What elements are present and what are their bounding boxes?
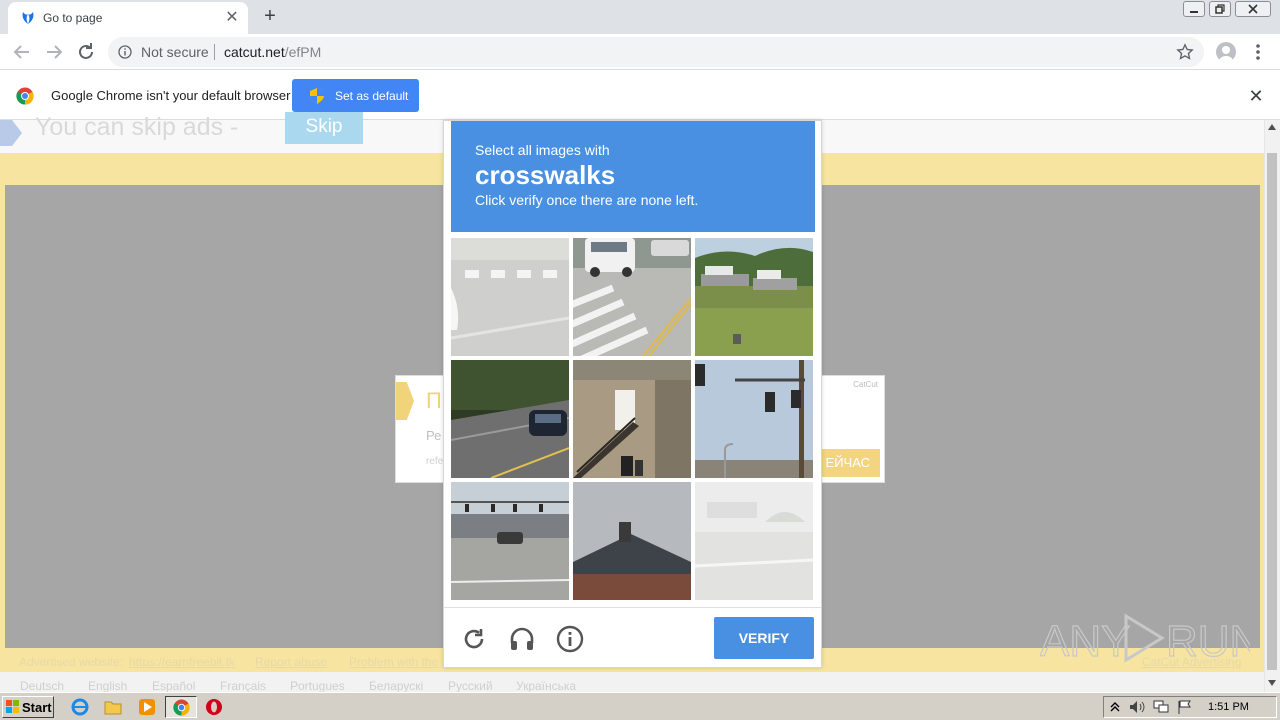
watermark-run: RUN [1166,617,1250,664]
lang-link[interactable]: Français [220,679,266,693]
anyrun-watermark: ANY RUN [1040,613,1250,664]
ad-referral: refe [426,456,444,467]
windows-taskbar: Start 1:51 PM [0,692,1280,720]
scroll-down-icon[interactable] [1268,680,1276,686]
chrome-logo-icon [16,87,34,105]
media-player-icon[interactable] [138,698,156,716]
ad-brand: CatCut [853,380,878,389]
url-host: catcut.net [224,44,285,60]
help-info-icon[interactable] [555,624,585,654]
recaptcha-challenge: Select all images with crosswalks Click … [443,120,822,668]
tab-go-to-page[interactable]: Go to page ✕ [8,2,248,34]
clock: 1:51 PM [1208,701,1249,713]
scrollbar-thumb[interactable] [1267,153,1277,670]
info-icon[interactable] [118,45,132,59]
captcha-tile-9[interactable] [695,482,813,600]
address-bar[interactable]: Not secure catcut.net/efPM [108,37,1204,67]
chrome-taskbar-button[interactable] [165,696,197,718]
lang-link[interactable]: Русский [448,679,493,693]
report-abuse-link[interactable]: Report abuse [255,655,327,669]
lang-link[interactable]: English [88,679,127,693]
lang-link[interactable]: Portugues [290,679,345,693]
set-as-default-label: Set as default [335,89,409,103]
network-icon[interactable] [1153,700,1169,714]
skip-button[interactable]: Skip [285,112,363,144]
browser-toolbar: Not secure catcut.net/efPM [0,34,1280,70]
volume-icon[interactable] [1129,700,1145,714]
infobar-close-icon[interactable]: ✕ [1246,86,1266,106]
close-window-button[interactable] [1235,1,1271,17]
restore-button[interactable] [1209,1,1231,17]
watermark-any: ANY [1040,617,1130,664]
minimize-button[interactable] [1183,1,1205,17]
windows-logo-icon [6,700,19,713]
verify-button[interactable]: VERIFY [714,617,814,659]
start-button[interactable]: Start [2,696,54,718]
chrome-icon [173,699,190,716]
captcha-hint: Click verify once there are none left. [475,192,699,208]
show-hidden-icons-icon[interactable] [1110,701,1120,713]
back-icon[interactable] [10,40,34,64]
skip-ads-text: You can skip ads - [35,113,239,141]
set-as-default-button[interactable]: Set as default [292,79,419,112]
profile-avatar-icon[interactable] [1216,42,1236,62]
opera-icon[interactable] [205,698,223,716]
url-path: /efPM [284,44,322,60]
problem-link[interactable]: Problem with the [349,655,438,669]
captcha-divider [444,607,821,608]
captcha-instruction: Select all images with [475,142,610,158]
catcut-favicon-icon [22,12,34,24]
ad-description: Ре [426,428,442,443]
captcha-header: Select all images with crosswalks Click … [451,121,815,232]
reload-icon[interactable] [74,40,98,64]
audio-challenge-icon[interactable] [507,624,537,654]
uac-shield-icon [310,88,324,104]
start-label: Start [22,700,52,715]
language-bar: Deutsch English Español Français Portugu… [0,672,1264,693]
system-tray: 1:51 PM [1103,696,1277,718]
ad-title: П [426,388,442,413]
captcha-tile-7[interactable] [451,482,569,600]
tab-title: Go to page [43,11,103,25]
close-tab-icon[interactable]: ✕ [222,8,242,28]
captcha-tile-5[interactable] [573,360,691,478]
advertised-link[interactable]: https://earnfreebit.tk [129,655,235,669]
captcha-keyword: crosswalks [475,160,616,190]
explorer-folder-icon[interactable] [104,698,122,716]
bookmark-star-icon[interactable] [1176,43,1194,61]
lang-link[interactable]: Українська [516,679,576,693]
captcha-tile-6[interactable] [695,360,813,478]
forward-icon[interactable] [42,40,66,64]
reload-challenge-icon[interactable] [459,624,489,654]
captcha-tile-1[interactable] [451,238,569,356]
lang-link[interactable]: Español [152,679,195,693]
captcha-tile-2[interactable] [573,238,691,356]
captcha-tile-8[interactable] [573,482,691,600]
captcha-tile-3[interactable] [695,238,813,356]
omnibox-separator [214,44,215,60]
url-text[interactable]: catcut.net/efPM [224,44,321,60]
infobar-message: Google Chrome isn't your default browser [51,88,291,103]
lang-link[interactable]: Deutsch [20,679,64,693]
chrome-menu-icon[interactable] [1250,42,1266,62]
captcha-tile-4[interactable] [451,360,569,478]
chevron-icon [396,382,414,420]
new-tab-button[interactable]: + [258,5,282,29]
lang-link[interactable]: Беларускі [369,679,423,693]
internet-explorer-icon[interactable] [71,698,89,716]
arrow-icon [0,120,22,146]
advertised-label: Advertised website: [19,655,124,669]
action-center-flag-icon[interactable] [1177,700,1193,714]
scroll-up-icon[interactable] [1268,124,1276,130]
security-label: Not secure [141,44,209,60]
